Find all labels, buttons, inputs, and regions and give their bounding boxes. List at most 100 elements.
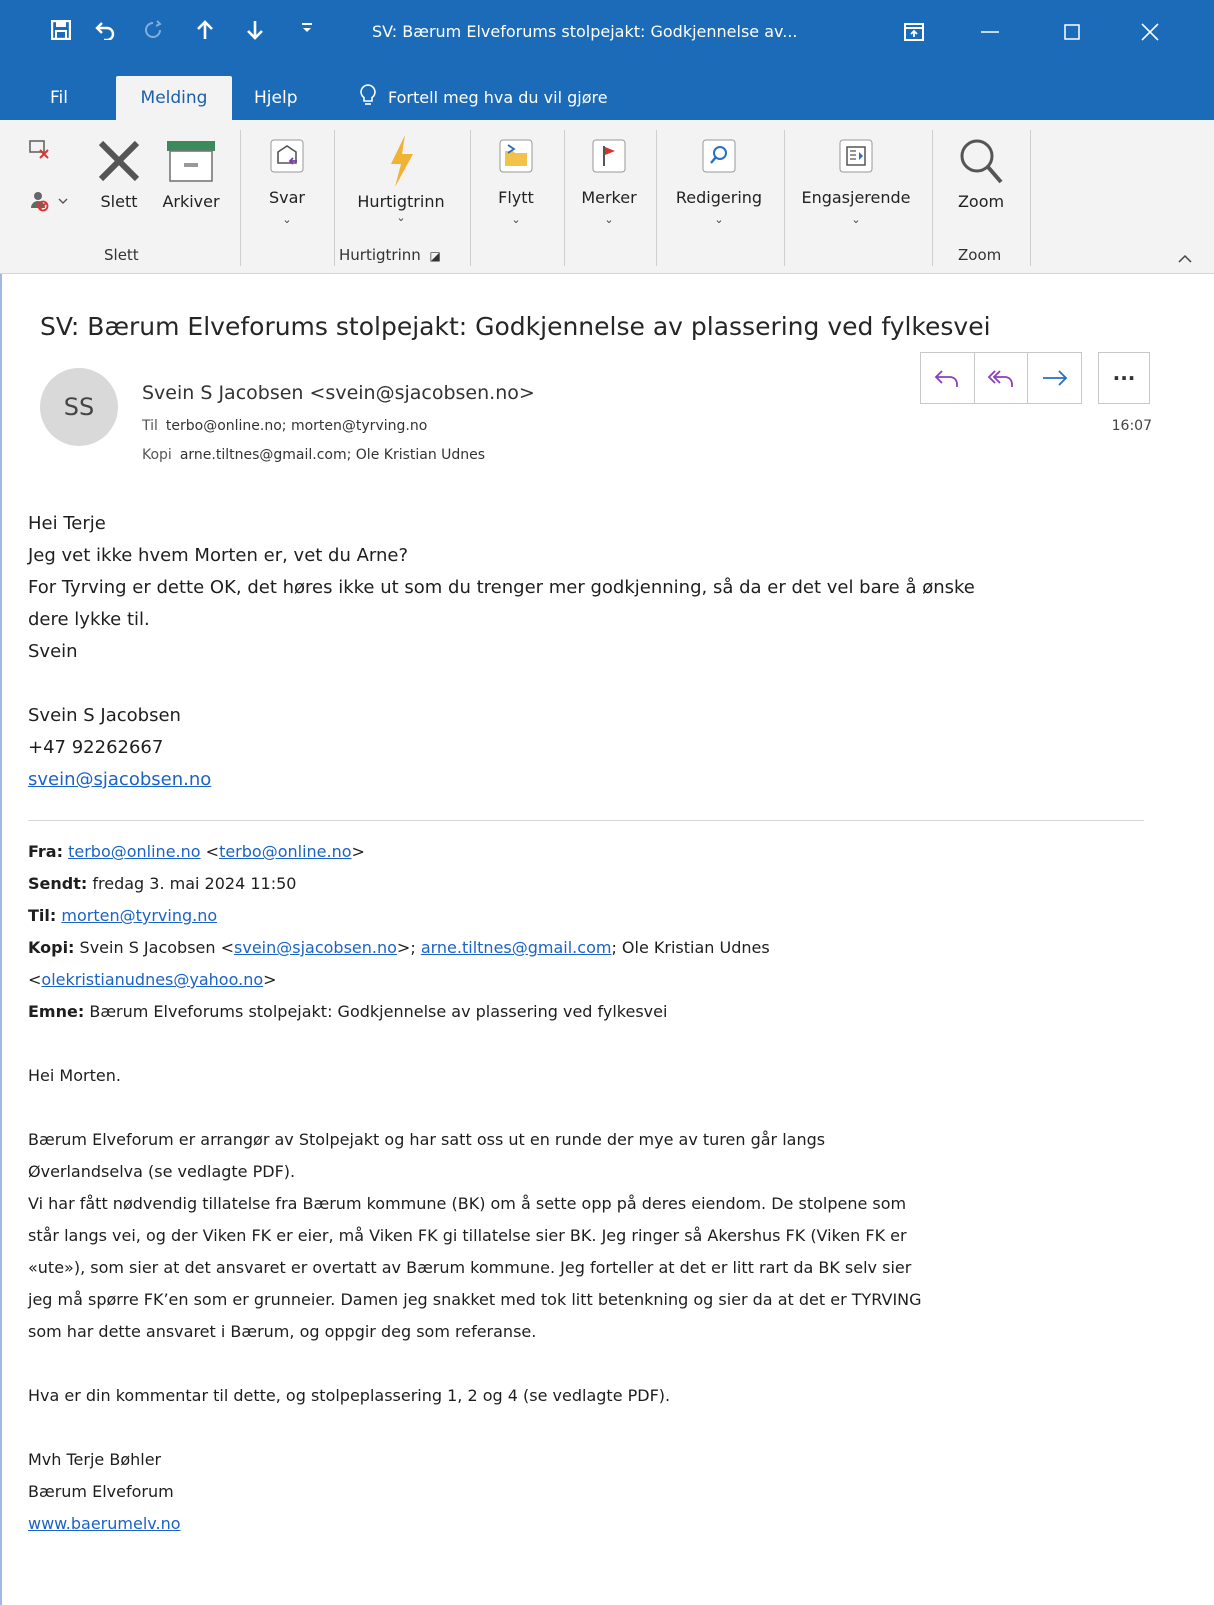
window-title: SV: Bærum Elveforums stolpejakt: Godkjen… bbox=[372, 22, 798, 41]
fwd-cc: Kopi: Svein S Jacobsen <svein@sjacobsen.… bbox=[28, 938, 770, 957]
forward-divider bbox=[28, 820, 1144, 821]
maximize-icon[interactable] bbox=[1052, 14, 1092, 50]
body-line: For Tyrving er dette OK, det høres ikke … bbox=[28, 577, 975, 598]
tab-hjelp[interactable]: Hjelp bbox=[240, 76, 311, 120]
ribbon-display-icon[interactable] bbox=[894, 14, 934, 50]
title-bar: SV: Bærum Elveforums stolpejakt: Godkjen… bbox=[0, 0, 1214, 68]
cc-link-3[interactable]: olekristianudnes@yahoo.no bbox=[41, 970, 263, 989]
more-actions-icon[interactable]: ··· bbox=[1098, 352, 1150, 404]
search-icon bbox=[666, 134, 772, 178]
delete-label: Slett bbox=[100, 192, 138, 211]
message-subject: SV: Bærum Elveforums stolpejakt: Godkjen… bbox=[40, 312, 991, 341]
signature-email-link[interactable]: svein@sjacobsen.no bbox=[28, 769, 211, 790]
fwd-subject: Emne: Bærum Elveforums stolpejakt: Godkj… bbox=[28, 1002, 668, 1021]
ignore-button[interactable] bbox=[24, 138, 54, 164]
tell-me-label: Fortell meg hva du vil gjøre bbox=[388, 87, 608, 107]
tab-fil[interactable]: Fil bbox=[36, 76, 82, 120]
body-line: Svein bbox=[28, 641, 78, 662]
website-link[interactable]: www.baerumelv.no bbox=[28, 1514, 181, 1533]
immersive-reader-icon bbox=[794, 134, 918, 178]
tell-me-search[interactable]: Fortell meg hva du vil gjøre bbox=[360, 84, 608, 110]
ribbon-divider bbox=[240, 130, 241, 266]
message-actions bbox=[920, 352, 1082, 404]
chevron-down-icon: ⌄ bbox=[511, 213, 521, 226]
from-link[interactable]: terbo@online.no bbox=[68, 842, 200, 861]
fwd-paragraph-line: Vi har fått nødvendig tillatelse fra Bær… bbox=[28, 1194, 907, 1213]
undo-icon[interactable] bbox=[92, 20, 118, 40]
reply-button[interactable]: Svar ⌄ bbox=[260, 134, 314, 226]
group-label-slett: Slett bbox=[104, 246, 139, 264]
cc-link-2[interactable]: arne.tiltnes@gmail.com bbox=[421, 938, 612, 957]
ribbon-divider bbox=[932, 130, 933, 266]
close-icon[interactable] bbox=[1130, 14, 1170, 50]
immersive-label: Engasjerende bbox=[801, 188, 911, 207]
message-body: Hei Terje Jeg vet ikke hvem Morten er, v… bbox=[28, 508, 1178, 796]
move-label: Flytt bbox=[498, 188, 534, 207]
avatar: SS bbox=[40, 368, 118, 446]
ribbon-divider bbox=[656, 130, 657, 266]
to-line: Til terbo@online.no; morten@tyrving.no bbox=[142, 418, 427, 434]
reply-envelope-icon bbox=[260, 134, 314, 178]
from-link-2[interactable]: terbo@online.no bbox=[219, 842, 351, 861]
body-line: Jeg vet ikke hvem Morten er, vet du Arne… bbox=[28, 545, 409, 566]
move-folder-icon bbox=[488, 134, 544, 178]
delete-button[interactable]: Slett bbox=[94, 134, 144, 211]
forward-icon[interactable] bbox=[1028, 353, 1081, 403]
sender[interactable]: Svein S Jacobsen <svein@sjacobsen.no> bbox=[142, 382, 535, 404]
save-icon[interactable] bbox=[48, 20, 74, 40]
reply-icon[interactable] bbox=[921, 353, 975, 403]
reading-pane-border bbox=[0, 274, 2, 1605]
editing-label: Redigering bbox=[675, 188, 763, 207]
collapse-ribbon-icon[interactable] bbox=[1178, 252, 1192, 268]
ribbon-divider bbox=[564, 130, 565, 266]
cc-link-1[interactable]: svein@sjacobsen.no bbox=[234, 938, 397, 957]
zoom-label: Zoom bbox=[957, 192, 1005, 211]
editing-button[interactable]: Redigering ⌄ bbox=[666, 134, 772, 226]
minimize-icon[interactable] bbox=[970, 14, 1010, 50]
down-arrow-icon[interactable] bbox=[242, 20, 268, 40]
immersive-button[interactable]: Engasjerende ⌄ bbox=[794, 134, 918, 226]
to-label: Til bbox=[142, 418, 158, 434]
body-line: Hei Terje bbox=[28, 513, 106, 534]
ribbon-divider bbox=[334, 130, 335, 266]
tags-button[interactable]: Merker ⌄ bbox=[574, 134, 644, 226]
signature-phone: +47 92262667 bbox=[28, 737, 164, 758]
cc-recipients[interactable]: arne.tiltnes@gmail.com; Ole Kristian Udn… bbox=[180, 447, 485, 463]
fwd-sent: Sendt: fredag 3. mai 2024 11:50 bbox=[28, 874, 297, 893]
chevron-down-icon: ⌄ bbox=[851, 213, 861, 226]
customize-icon[interactable] bbox=[294, 20, 320, 34]
zoom-button[interactable]: Zoom bbox=[948, 134, 1014, 211]
archive-icon bbox=[156, 134, 226, 188]
chevron-down-icon: ⌄ bbox=[604, 213, 614, 226]
block-sender-button[interactable] bbox=[24, 190, 74, 216]
chevron-down-icon: ⌄ bbox=[282, 213, 292, 226]
flag-icon bbox=[574, 134, 644, 178]
chevron-down-icon: ⌄ bbox=[714, 213, 724, 226]
reply-label: Svar bbox=[268, 188, 305, 207]
tab-melding[interactable]: Melding bbox=[116, 76, 232, 120]
fwd-paragraph-line: jeg må spørre FK’en som er grunneier. Da… bbox=[28, 1290, 922, 1309]
lightning-icon bbox=[346, 134, 456, 188]
dialog-launcher-icon[interactable]: ◪ bbox=[430, 249, 441, 263]
reply-all-icon[interactable] bbox=[975, 353, 1029, 403]
group-label-zoom: Zoom bbox=[958, 246, 1002, 264]
signature-name: Svein S Jacobsen bbox=[28, 705, 181, 726]
fwd-cc-cont: <olekristianudnes@yahoo.no> bbox=[28, 970, 277, 989]
ribbon-divider bbox=[784, 130, 785, 266]
lightbulb-icon bbox=[360, 84, 376, 110]
redo-icon[interactable] bbox=[140, 20, 166, 40]
fwd-signature-line: Bærum Elveforum bbox=[28, 1482, 174, 1501]
quick-steps-button[interactable]: Hurtigtrinn ⌄ bbox=[346, 134, 456, 224]
block-sender-icon bbox=[29, 192, 69, 216]
ribbon: Slett Arkiver Slett Svar ⌄ Hurtigtrinn ⌄… bbox=[0, 120, 1214, 274]
fwd-paragraph-line: Øverlandselva (se vedlagte PDF). bbox=[28, 1162, 296, 1181]
archive-button[interactable]: Arkiver bbox=[156, 134, 226, 211]
delete-icon bbox=[94, 134, 144, 188]
group-label-hurtigtrinn: Hurtigtrinn ◪ bbox=[339, 246, 441, 264]
fwd-paragraph-line: står langs vei, og der Viken FK er eier,… bbox=[28, 1226, 907, 1245]
up-arrow-icon[interactable] bbox=[192, 20, 218, 40]
move-button[interactable]: Flytt ⌄ bbox=[488, 134, 544, 226]
to-link[interactable]: morten@tyrving.no bbox=[61, 906, 217, 925]
to-recipients[interactable]: terbo@online.no; morten@tyrving.no bbox=[166, 418, 427, 434]
menu-tabs: Fil Melding Hjelp Fortell meg hva du vil… bbox=[0, 68, 1214, 120]
